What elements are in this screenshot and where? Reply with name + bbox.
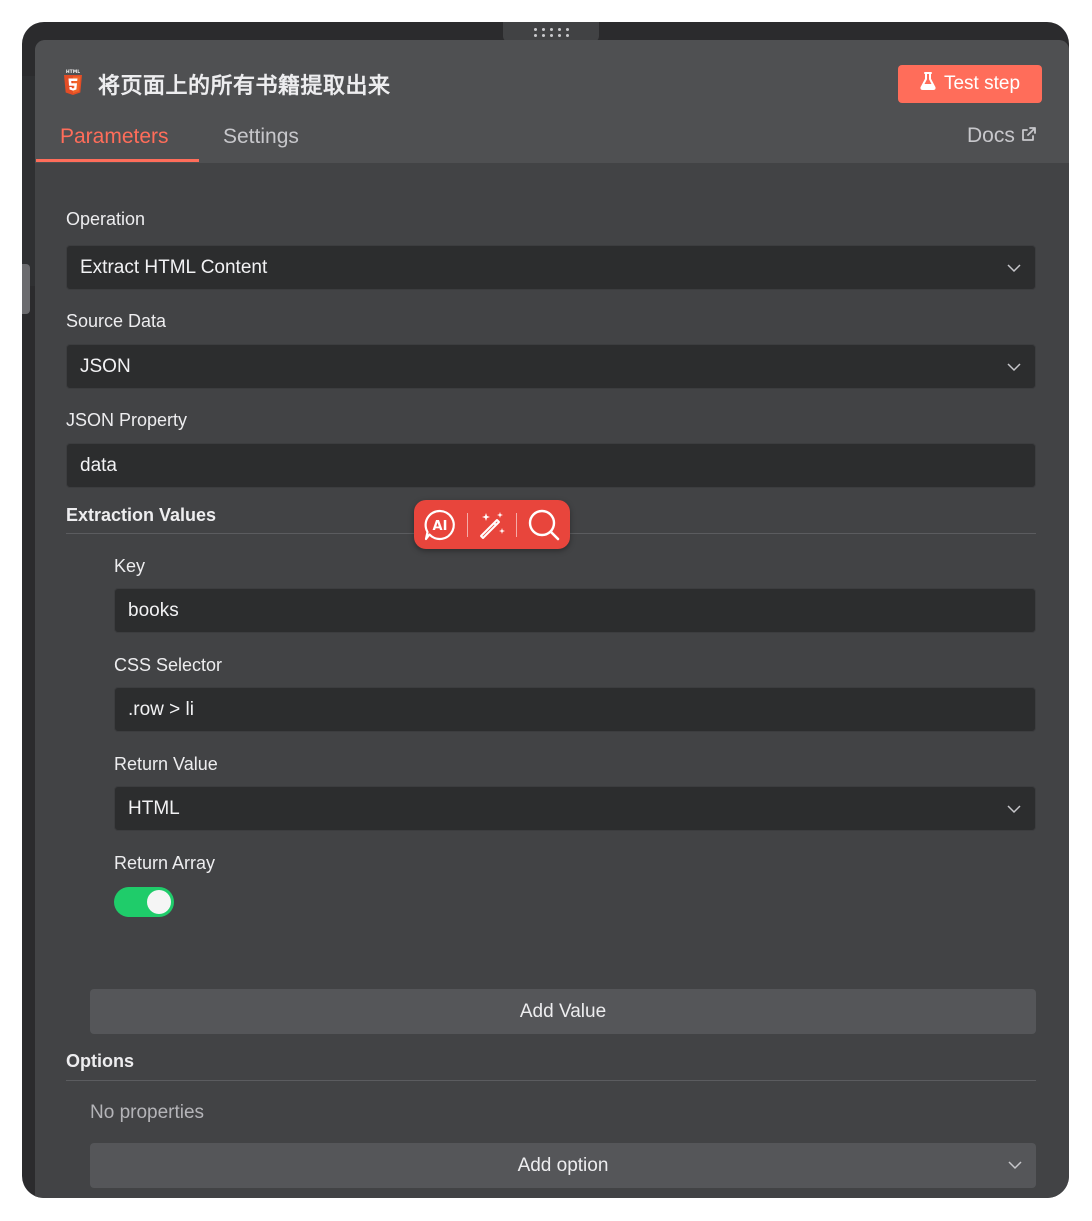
css-selector-input[interactable]: .row > li bbox=[114, 687, 1036, 732]
drag-handle[interactable] bbox=[503, 22, 599, 42]
css-selector-label: CSS Selector bbox=[114, 655, 223, 675]
return-array-toggle[interactable] bbox=[114, 887, 174, 917]
html5-icon: HTML bbox=[63, 68, 83, 96]
tab-settings[interactable]: Settings bbox=[223, 122, 299, 163]
json-property-input[interactable]: data bbox=[66, 443, 1036, 488]
parameters-panel: HTML 将页面上的所有书籍提取出来 Test step Parameters … bbox=[35, 40, 1069, 1198]
toolbar-separator bbox=[516, 512, 518, 537]
panel-header: HTML 将页面上的所有书籍提取出来 Test step Parameters … bbox=[35, 40, 1069, 163]
docs-link[interactable]: Docs bbox=[967, 124, 1037, 148]
options-title: Options bbox=[66, 1051, 134, 1071]
test-step-label: Test step bbox=[943, 73, 1021, 94]
options-divider bbox=[66, 1080, 1036, 1081]
return-array-label: Return Array bbox=[114, 853, 216, 873]
operation-label: Operation bbox=[66, 209, 146, 229]
source-data-label: Source Data bbox=[66, 311, 167, 331]
docs-label: Docs bbox=[967, 124, 1015, 147]
node-title[interactable]: 将页面上的所有书籍提取出来 bbox=[98, 68, 391, 100]
key-input[interactable]: books bbox=[114, 588, 1036, 633]
key-value: books bbox=[128, 599, 179, 621]
input-panel-handle[interactable] bbox=[22, 264, 30, 314]
operation-select[interactable]: Extract HTML Content bbox=[66, 245, 1036, 290]
chevron-down-icon bbox=[1007, 805, 1021, 814]
flask-icon bbox=[920, 72, 936, 96]
chevron-down-icon bbox=[1008, 1161, 1022, 1170]
operation-value: Extract HTML Content bbox=[80, 256, 268, 278]
json-property-value: data bbox=[80, 454, 117, 476]
ai-chat-icon[interactable]: AI bbox=[423, 508, 457, 542]
tab-parameters[interactable]: Parameters bbox=[60, 122, 169, 163]
return-value-select[interactable]: HTML bbox=[114, 786, 1036, 831]
add-option-label: Add option bbox=[517, 1154, 609, 1176]
return-value-value: HTML bbox=[128, 797, 180, 819]
node-editor-window: HTML 将页面上的所有书籍提取出来 Test step Parameters … bbox=[22, 22, 1069, 1198]
add-option-button[interactable]: Add option bbox=[90, 1143, 1036, 1188]
return-value-label: Return Value bbox=[114, 754, 218, 774]
search-icon[interactable] bbox=[527, 508, 561, 542]
chevron-down-icon bbox=[1007, 264, 1021, 273]
test-step-button[interactable]: Test step bbox=[898, 65, 1042, 103]
json-property-label: JSON Property bbox=[66, 410, 188, 430]
css-selector-value: .row > li bbox=[128, 698, 194, 720]
add-value-button[interactable]: Add Value bbox=[90, 989, 1036, 1034]
toggle-knob bbox=[147, 890, 171, 914]
svg-text:AI: AI bbox=[433, 519, 448, 534]
canvas-left-strip bbox=[22, 76, 36, 286]
ai-floating-toolbar: AI bbox=[414, 500, 570, 549]
key-label: Key bbox=[114, 556, 146, 576]
toolbar-separator bbox=[466, 512, 468, 537]
external-link-icon bbox=[1021, 124, 1037, 148]
active-tab-indicator bbox=[36, 159, 199, 162]
svg-text:HTML: HTML bbox=[66, 69, 80, 75]
source-data-value: JSON bbox=[80, 355, 131, 377]
magic-wand-icon[interactable] bbox=[477, 510, 507, 540]
no-properties-text: No properties bbox=[90, 1102, 205, 1123]
chevron-down-icon bbox=[1007, 363, 1021, 372]
extraction-values-title: Extraction Values bbox=[66, 505, 217, 525]
source-data-select[interactable]: JSON bbox=[66, 344, 1036, 389]
drag-dots-icon bbox=[533, 27, 569, 37]
